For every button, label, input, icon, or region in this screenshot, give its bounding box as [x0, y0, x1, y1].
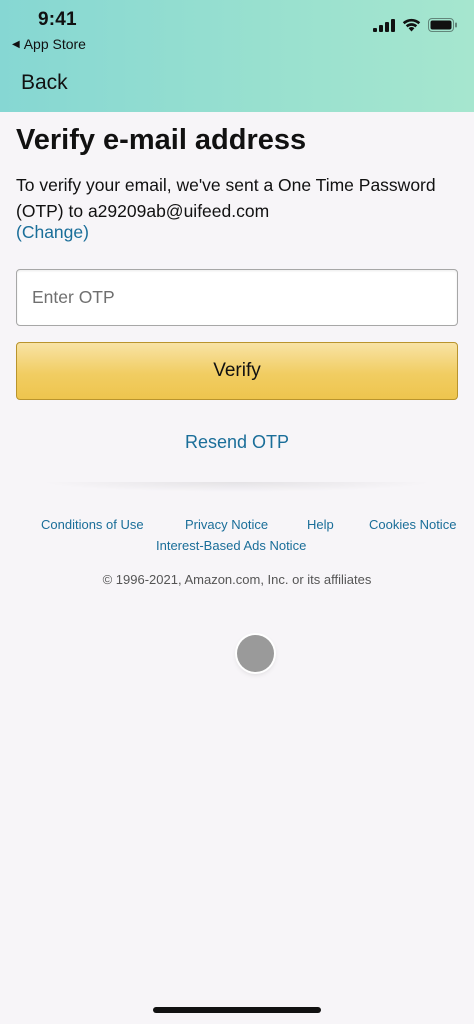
- home-indicator[interactable]: [153, 1007, 321, 1013]
- back-button[interactable]: Back: [21, 71, 68, 95]
- cookies-notice-link[interactable]: Cookies Notice: [369, 517, 456, 532]
- signal-bars-icon: [373, 18, 395, 32]
- interest-based-ads-link[interactable]: Interest-Based Ads Notice: [156, 538, 306, 553]
- change-email-link[interactable]: (Change): [16, 222, 89, 243]
- conditions-of-use-link[interactable]: Conditions of Use: [41, 517, 144, 532]
- app-header: 9:41 ◀ App Store Back: [0, 0, 474, 112]
- back-to-app-store[interactable]: ◀ App Store: [12, 36, 86, 52]
- battery-icon: [428, 18, 457, 32]
- privacy-notice-link[interactable]: Privacy Notice: [185, 517, 268, 532]
- wifi-icon: [402, 18, 421, 32]
- resend-otp-link[interactable]: Resend OTP: [0, 432, 474, 453]
- status-icons: [373, 18, 458, 32]
- back-triangle-icon: ◀: [12, 38, 20, 50]
- otp-description: To verify your email, we've sent a One T…: [16, 175, 436, 221]
- otp-input[interactable]: [16, 269, 458, 326]
- section-divider: [40, 482, 434, 492]
- help-link[interactable]: Help: [307, 517, 334, 532]
- loading-spinner: [237, 635, 274, 672]
- copyright-text: © 1996-2021, Amazon.com, Inc. or its aff…: [102, 572, 372, 587]
- back-app-label: App Store: [23, 36, 86, 52]
- verify-button[interactable]: Verify: [16, 342, 458, 400]
- page-title: Verify e-mail address: [16, 124, 307, 156]
- status-time: 9:41: [38, 9, 77, 30]
